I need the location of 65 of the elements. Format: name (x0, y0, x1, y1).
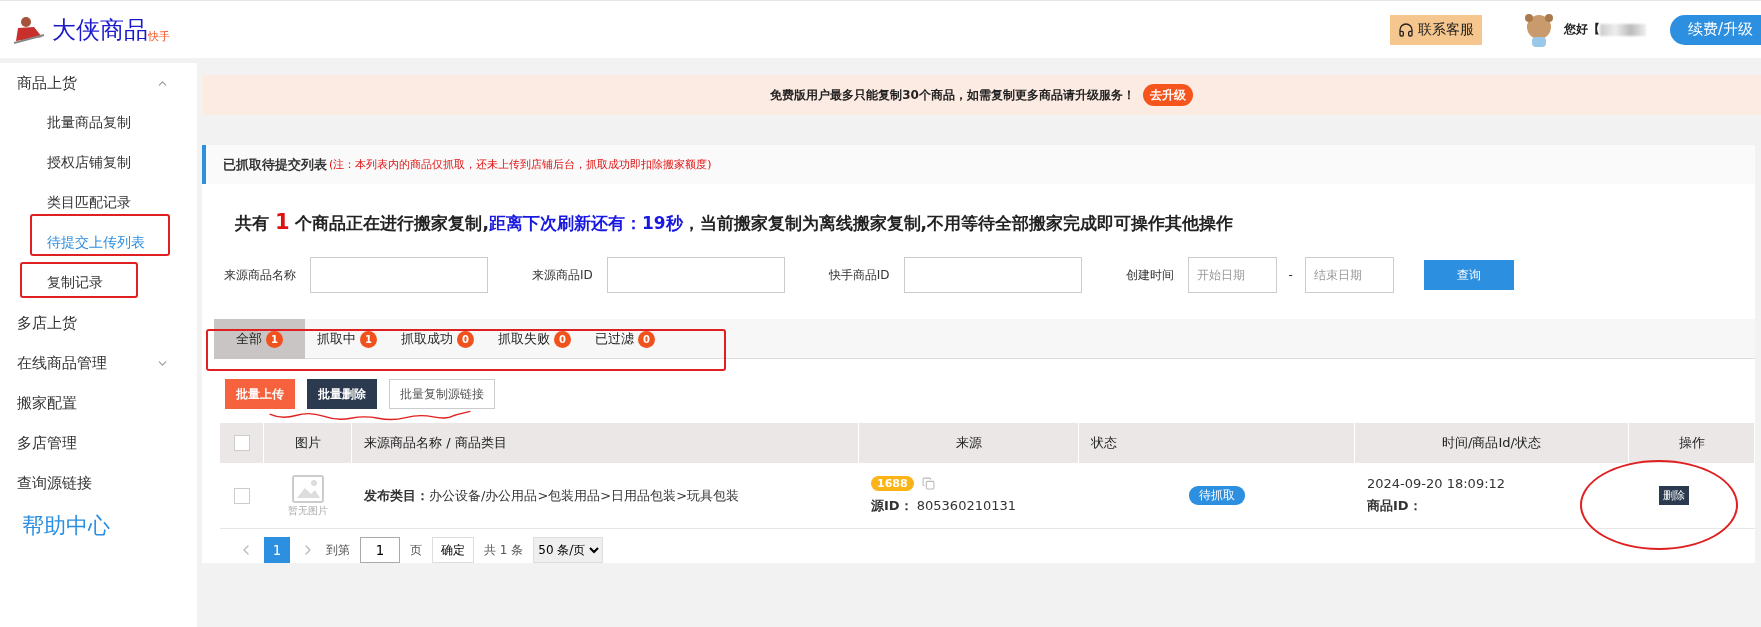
end-date-input[interactable]: 结束日期 (1304, 257, 1394, 293)
page-unit: 页 (410, 541, 422, 559)
status-tab[interactable]: 全部 1 (214, 319, 305, 359)
filter-input[interactable] (606, 257, 785, 293)
status-tab[interactable]: 抓取失败 0 (486, 319, 583, 359)
status-tab[interactable]: 抓取中 1 (305, 319, 389, 359)
date-separator: - (1288, 268, 1293, 282)
delete-button[interactable]: 删除 (1659, 486, 1689, 505)
column-header: 图片 (264, 423, 352, 463)
greeting-text: 您好【 (1563, 21, 1600, 38)
select-all-checkbox[interactable] (233, 435, 250, 451)
image-placeholder-icon (291, 473, 325, 504)
sidebar-item[interactable]: 在线商品管理 (0, 343, 197, 383)
headset-icon (1397, 21, 1414, 38)
bear-avatar-icon (1523, 12, 1554, 47)
filter-label: 创建时间 (1125, 266, 1174, 284)
batch-action-button[interactable]: 批量删除 (307, 379, 377, 409)
start-date-input[interactable]: 开始日期 (1187, 257, 1277, 293)
product-id-label: 商品ID： (1367, 497, 1422, 515)
status-badge: 待抓取 (1189, 486, 1245, 505)
category-text: 发布类目：办公设备/办公用品>包装用品>日用品包装>玩具包装 (364, 486, 740, 505)
column-header: 来源 (859, 423, 1079, 463)
sidebar-item[interactable]: 搬家配置 (0, 383, 197, 423)
time-text: 2024-09-20 18:09:12 (1367, 476, 1506, 491)
page-size-select[interactable]: 50 条/页 (533, 537, 604, 563)
sidebar-item[interactable]: 多店上货 (0, 303, 197, 343)
swordsman-logo-icon (12, 14, 46, 45)
filter-input[interactable] (903, 257, 1082, 293)
brand-name: 大侠商品 (52, 14, 148, 46)
sidebar-subitem[interactable]: 批量商品复制 (0, 103, 197, 143)
no-image-caption: 暂无图片 (288, 503, 328, 518)
brand-subtitle: 快手 (148, 30, 170, 44)
confirm-button[interactable]: 确定 (432, 537, 474, 563)
column-header: 状态 (1079, 423, 1355, 463)
banner-text: 免费版用户最多只能复制30个商品，如需复制更多商品请升级服务！ (770, 86, 1135, 104)
blurred-username (1599, 23, 1646, 36)
sidebar-item[interactable]: 商品上货 (0, 63, 197, 103)
copy-icon[interactable] (921, 477, 935, 490)
status-tab[interactable]: 已过滤 0 (583, 319, 667, 359)
column-header: 操作 (1629, 423, 1755, 463)
batch-action-button[interactable]: 批量复制源链接 (389, 379, 495, 409)
help-center-link[interactable]: 帮助中心 (0, 503, 197, 541)
sidebar-subitem[interactable]: 复制记录 (0, 263, 197, 303)
filter-input[interactable] (310, 257, 488, 293)
customer-service-button[interactable]: 联系客服 (1389, 14, 1482, 45)
sidebar-item[interactable]: 查询源链接 (0, 463, 197, 503)
filter-label: 快手商品ID (828, 266, 890, 284)
total-count: 共 1 条 (484, 541, 524, 559)
status-tab[interactable]: 抓取成功 0 (389, 319, 486, 359)
column-header: 来源商品名称 / 商品类目 (352, 423, 859, 463)
filter-label: 来源商品ID (532, 266, 593, 284)
list-title: 已抓取待提交列表 (223, 155, 327, 174)
page-input[interactable]: 1 (360, 537, 400, 563)
sidebar-subitem[interactable]: 类目匹配记录 (0, 183, 197, 223)
sidebar-subitem[interactable]: 待提交上传列表 (0, 223, 197, 263)
goto-label: 到第 (326, 541, 350, 559)
row-checkbox[interactable] (234, 487, 250, 504)
sidebar-item[interactable]: 多店管理 (0, 423, 197, 463)
sidebar-subitem[interactable]: 授权店铺复制 (0, 143, 197, 183)
column-header: 时间/商品Id/状态 (1355, 423, 1629, 463)
source-id-text: 源ID： 805360210131 (871, 497, 1017, 515)
summary-text: 共有 1 个商品正在进行搬家复制,距离下次刷新还有：19秒，当前搬家复制为离线搬家复制,不用等待全部搬家完成即可操作其他操作 (234, 209, 1235, 235)
list-note: (注：本列表内的商品仅抓取，还未上传到店铺后台，抓取成功即扣除搬家额度) (329, 157, 712, 172)
filter-label: 来源商品名称 (224, 266, 296, 284)
source-tag: 1688 (871, 476, 914, 491)
